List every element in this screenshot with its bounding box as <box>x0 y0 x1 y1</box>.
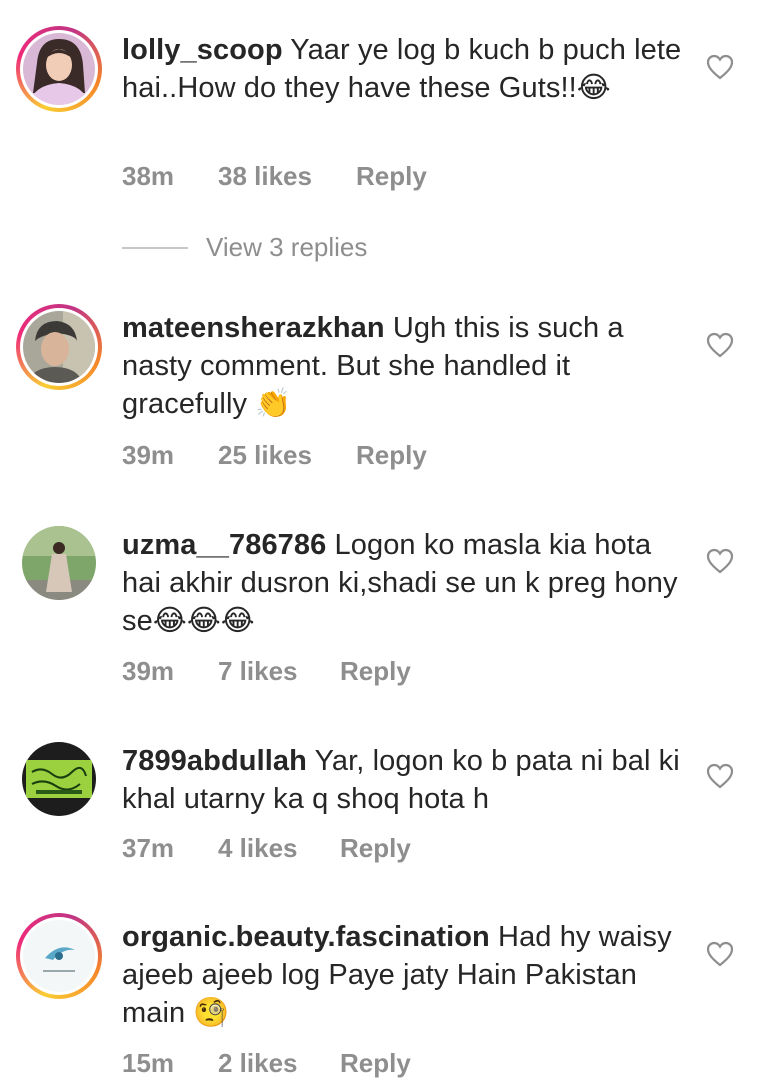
avatar-story-ring[interactable] <box>16 26 102 112</box>
comment-timestamp: 15m <box>122 1048 175 1078</box>
comment-timestamp: 38m <box>122 161 175 191</box>
woman-outdoor-icon[interactable] <box>22 526 96 600</box>
comment-likes[interactable]: 7 likes <box>218 656 340 687</box>
heart-icon[interactable] <box>706 54 734 80</box>
view-replies-label: View 3 replies <box>206 232 368 262</box>
comment-timestamp: 39m <box>122 656 175 686</box>
reply-button[interactable]: Reply <box>356 440 427 471</box>
woman-portrait-icon <box>23 33 95 105</box>
arabic-calligraphy-icon[interactable] <box>22 742 96 816</box>
comment-likes[interactable]: 4 likes <box>218 833 340 864</box>
brand-logo-icon <box>23 920 95 992</box>
comment-text: uzma__786786 Logon ko masla kia hota hai… <box>122 526 692 640</box>
reply-button[interactable]: Reply <box>340 833 411 864</box>
view-replies-button[interactable]: View 3 replies <box>122 232 367 263</box>
comment-likes[interactable]: 38 likes <box>218 161 356 192</box>
comment-likes[interactable]: 2 likes <box>218 1048 340 1079</box>
comment-username[interactable]: 7899abdullah <box>122 745 307 777</box>
comment-text: 7899abdullah Yar, logon ko b pata ni bal… <box>122 742 692 818</box>
comment-username[interactable]: mateensherazkhan <box>122 312 385 344</box>
heart-icon[interactable] <box>706 332 734 358</box>
reply-button[interactable]: Reply <box>340 656 411 687</box>
comment-timestamp: 37m <box>122 833 175 863</box>
avatar-story-ring[interactable] <box>16 304 102 390</box>
comment-text: organic.beauty.fascination Had hy waisy … <box>122 918 692 1032</box>
comment-timestamp: 39m <box>122 440 175 470</box>
comment-username[interactable]: uzma__786786 <box>122 529 326 561</box>
man-portrait-icon <box>23 311 95 383</box>
heart-icon[interactable] <box>706 763 734 789</box>
reply-button[interactable]: Reply <box>356 161 427 192</box>
comment-text: lolly_scoop Yaar ye log b kuch b puch le… <box>122 31 692 107</box>
divider <box>122 246 188 249</box>
heart-icon[interactable] <box>706 548 734 574</box>
comment-username[interactable]: organic.beauty.fascination <box>122 921 490 953</box>
heart-icon[interactable] <box>706 941 734 967</box>
avatar-story-ring[interactable] <box>16 913 102 999</box>
comment-username[interactable]: lolly_scoop <box>122 34 283 66</box>
comment-likes[interactable]: 25 likes <box>218 440 356 471</box>
reply-button[interactable]: Reply <box>340 1048 411 1079</box>
comment-text: mateensherazkhan Ugh this is such a nast… <box>122 309 692 423</box>
